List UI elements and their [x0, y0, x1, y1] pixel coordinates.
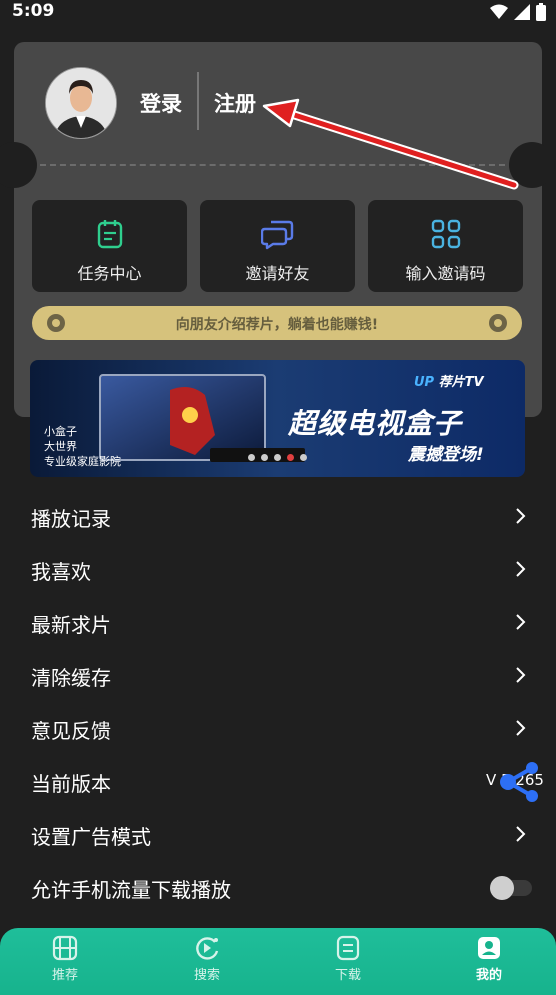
status-bar: 5:09: [0, 0, 556, 26]
nav-label: 搜索: [193, 968, 220, 983]
banner-line: 专业级家庭影院: [44, 455, 121, 468]
chevron-right-icon: [516, 561, 526, 577]
wifi-icon: [490, 4, 508, 19]
nav-label: 下载: [334, 968, 361, 983]
carousel-dot[interactable]: [248, 454, 255, 461]
film-icon: [52, 935, 78, 961]
chevron-right-icon: [516, 720, 526, 736]
login-button[interactable]: 登录: [140, 88, 182, 118]
banner-headline: 超级电视盒子: [288, 407, 463, 440]
menu-item-version[interactable]: 当前版本 V 5.265: [0, 754, 556, 807]
menu-label: 清除缓存: [31, 666, 111, 690]
banner-line: 大世界: [44, 440, 77, 453]
banner-left-text: 小盒子 大世界 专业级家庭影院: [44, 424, 121, 469]
menu-label: 播放记录: [31, 507, 111, 531]
signal-icon: [514, 4, 530, 20]
gear-badge-icon: [489, 314, 507, 332]
chat-bubbles-icon: [260, 220, 293, 250]
avatar-portrait-icon: [46, 68, 116, 138]
status-icons: [490, 3, 546, 21]
profile-icon: [478, 937, 500, 959]
banner-brand-name: 荐片TV: [438, 375, 484, 390]
action-tiles: 任务中心 邀请好友 输入邀请码: [32, 200, 523, 292]
tile-label: 任务中心: [77, 264, 142, 283]
menu-item-clear-cache[interactable]: 清除缓存: [0, 648, 556, 701]
share-icon[interactable]: [498, 760, 542, 804]
download-doc-icon: [336, 935, 360, 961]
menu-item-play-history[interactable]: 播放记录: [0, 489, 556, 542]
nav-label: 我的: [475, 968, 502, 983]
menu-item-favorites[interactable]: 我喜欢: [0, 542, 556, 595]
banner-subline: 震撼登场!: [408, 445, 484, 465]
login-register-divider: [197, 72, 199, 130]
card-notch-right: [509, 142, 555, 188]
register-button[interactable]: 注册: [214, 88, 256, 118]
tile-label: 邀请好友: [245, 264, 310, 283]
carousel-dot[interactable]: [274, 454, 281, 461]
grid-code-icon: [431, 219, 460, 249]
nav-label: 推荐: [51, 968, 78, 983]
menu-label: 意见反馈: [31, 719, 111, 743]
chevron-right-icon: [516, 508, 526, 524]
menu-label: 允许手机流量下载播放: [31, 878, 231, 902]
promo-text: 向朋友介绍荐片，躺着也能赚钱!: [175, 317, 379, 333]
dashed-divider: [40, 164, 505, 166]
status-time: 5:09: [12, 1, 55, 21]
nav-tab-mine[interactable]: 我的: [449, 934, 529, 983]
nav-tab-recommend[interactable]: 推荐: [25, 934, 105, 983]
menu-label: 设置广告模式: [31, 825, 151, 849]
chevron-right-icon: [516, 667, 526, 683]
task-list-icon: [97, 220, 122, 249]
menu-item-feedback[interactable]: 意见反馈: [0, 701, 556, 754]
menu-item-movie-requests[interactable]: 最新求片: [0, 595, 556, 648]
search-play-icon: [196, 937, 219, 960]
chevron-right-icon: [516, 826, 526, 842]
menu-label: 当前版本: [31, 772, 111, 796]
promo-banner[interactable]: 向朋友介绍荐片，躺着也能赚钱!: [32, 306, 522, 340]
carousel-dot[interactable]: [261, 454, 268, 461]
menu-item-mobile-data[interactable]: 允许手机流量下载播放: [0, 860, 556, 913]
menu-label: 最新求片: [31, 613, 111, 637]
tile-task-center[interactable]: 任务中心: [32, 200, 187, 292]
menu-item-ad-mode[interactable]: 设置广告模式: [0, 807, 556, 860]
chevron-right-icon: [516, 614, 526, 630]
tile-label: 输入邀请码: [405, 264, 486, 283]
brand-logo-icon: UP: [414, 375, 439, 390]
carousel-dot[interactable]: [300, 454, 307, 461]
banner-brand: UP 荐片TV: [414, 371, 484, 390]
battery-icon: [536, 3, 546, 21]
tile-invite-friends[interactable]: 邀请好友: [200, 200, 355, 292]
carousel-dots[interactable]: [248, 454, 307, 461]
avatar[interactable]: [45, 67, 117, 139]
banner-line: 小盒子: [44, 425, 77, 438]
carousel-dot-active[interactable]: [287, 454, 294, 461]
tile-enter-invite-code[interactable]: 输入邀请码: [368, 200, 523, 292]
nav-tab-download[interactable]: 下载: [308, 934, 388, 983]
menu-label: 我喜欢: [31, 560, 91, 584]
nav-tab-search[interactable]: 搜索: [167, 934, 247, 983]
tv-box-banner[interactable]: 小盒子 大世界 专业级家庭影院 UP 荐片TV 超级电视盒子 震撼登场!: [30, 360, 525, 477]
toggle-knob[interactable]: [490, 876, 514, 900]
bottom-nav: 推荐 搜索 下载 我的: [0, 928, 556, 995]
